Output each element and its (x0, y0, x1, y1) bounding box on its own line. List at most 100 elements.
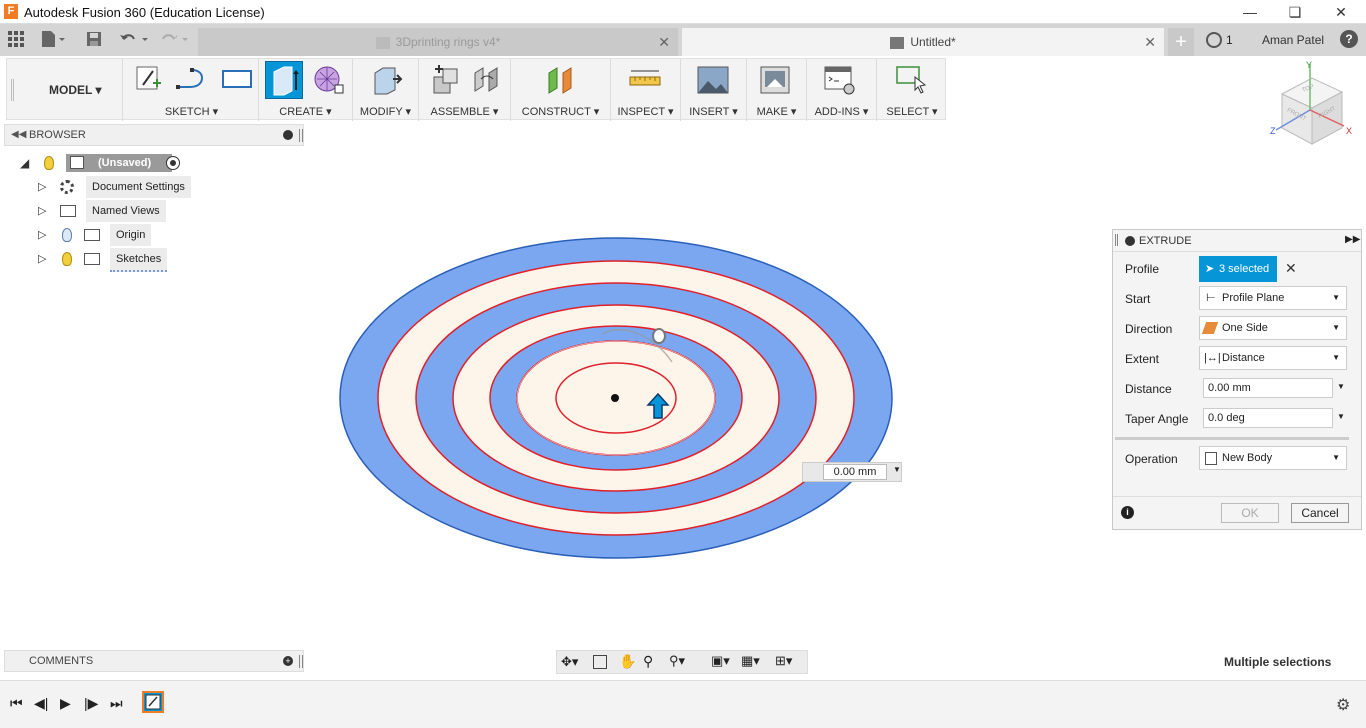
rotate-manipulator-icon[interactable] (652, 328, 666, 344)
info-icon[interactable]: i (1121, 506, 1134, 519)
measure-icon[interactable] (629, 65, 661, 93)
grip-icon[interactable] (1115, 234, 1118, 246)
select-group[interactable]: SELECT ▾ (877, 59, 947, 121)
line-icon[interactable] (175, 65, 204, 93)
extent-select[interactable]: |↔| Distance ▼ (1199, 346, 1347, 370)
grid-settings-icon[interactable]: ▦▾ (741, 653, 760, 669)
chevron-down-icon[interactable]: ▼ (1337, 382, 1345, 391)
comments-panel-header[interactable]: COMMENTS + (4, 650, 304, 672)
scripts-addins-icon[interactable] (823, 65, 857, 95)
insert-image-icon[interactable] (697, 65, 729, 94)
profile-selection-button[interactable]: ➤ 3 selected (1199, 256, 1277, 282)
expand-triangle-icon[interactable]: ▷ (38, 248, 46, 270)
insert-group[interactable]: INSERT ▾ (681, 59, 747, 121)
chevron-down-icon[interactable]: ▼ (893, 465, 901, 474)
browser-item-sketches[interactable]: ▷ Sketches (18, 248, 198, 272)
tab-3dprinting-rings[interactable]: 3Dprinting rings v4* ✕ (198, 28, 678, 56)
expand-triangle-icon[interactable]: ▷ (38, 176, 46, 198)
step-forward-icon[interactable]: |▶ (84, 695, 98, 712)
app-grid-icon[interactable] (8, 31, 24, 47)
taper-input[interactable]: 0.0 deg (1203, 408, 1333, 428)
make-group[interactable]: MAKE ▾ (747, 59, 807, 121)
extrude-arrow-manipulator-icon[interactable] (646, 392, 670, 420)
help-icon[interactable]: ? (1340, 30, 1358, 48)
user-name[interactable]: Aman Patel (1262, 33, 1324, 47)
chevron-down-icon[interactable]: ▼ (1337, 412, 1345, 421)
orbit-icon[interactable]: ✥▾ (561, 654, 578, 670)
construct-group[interactable]: CONSTRUCT ▾ (511, 59, 611, 121)
canvas-distance-input[interactable]: 0.00 mm (823, 464, 887, 480)
step-back-icon[interactable]: ◀| (34, 695, 48, 712)
display-settings-icon[interactable]: ▣▾ (711, 653, 730, 669)
expand-dialog-icon[interactable]: ▶▶ (1345, 234, 1360, 245)
sketch-group[interactable]: SKETCH ▾ (125, 59, 259, 121)
undo-icon[interactable] (118, 30, 152, 48)
add-ins-group[interactable]: ADD-INS ▾ (807, 59, 877, 121)
expand-triangle-icon[interactable]: ▷ (38, 224, 46, 246)
browser-minimize-icon[interactable] (283, 130, 293, 140)
close-tab-icon[interactable]: ✕ (658, 28, 670, 56)
create-group[interactable]: CREATE ▾ (259, 59, 353, 121)
inspect-group[interactable]: INSPECT ▾ (611, 59, 681, 121)
new-tab-button[interactable]: + (1168, 28, 1194, 56)
ok-button[interactable]: OK (1221, 503, 1279, 523)
pan-icon[interactable]: ✋ (619, 653, 636, 670)
browser-pin-icon[interactable] (299, 129, 303, 142)
timeline-settings-gear-icon[interactable]: ⚙ (1336, 695, 1350, 715)
visibility-bulb-icon[interactable] (62, 252, 72, 266)
add-comment-icon[interactable]: + (283, 656, 293, 666)
job-status-icon[interactable] (1206, 32, 1222, 48)
expand-triangle-icon[interactable]: ◢ (20, 152, 29, 174)
model-canvas[interactable] (330, 230, 900, 570)
browser-panel-header[interactable]: ◀◀ BROWSER (4, 124, 304, 146)
select-icon[interactable] (895, 65, 929, 94)
redo-icon[interactable] (158, 30, 192, 48)
distance-input[interactable]: 0.00 mm (1203, 378, 1333, 398)
close-tab-icon[interactable]: ✕ (1144, 28, 1156, 56)
tab-untitled[interactable]: Untitled* ✕ (682, 28, 1164, 56)
workspace-switcher[interactable]: MODEL ▾ (19, 59, 123, 121)
look-at-icon[interactable] (593, 655, 607, 669)
viewports-icon[interactable]: ⊞▾ (775, 653, 792, 669)
expand-triangle-icon[interactable]: ▷ (38, 200, 46, 222)
browser-item-document-settings[interactable]: ▷ Document Settings (18, 176, 198, 198)
collapse-browser-icon[interactable]: ◀◀ (11, 129, 26, 140)
visibility-bulb-icon[interactable] (44, 156, 54, 170)
comments-pin-icon[interactable] (299, 655, 303, 668)
press-pull-icon[interactable] (371, 65, 403, 95)
save-icon[interactable] (86, 31, 102, 47)
form-icon[interactable] (313, 65, 344, 94)
cancel-button[interactable]: Cancel (1291, 503, 1349, 523)
extrude-icon[interactable] (265, 61, 303, 99)
browser-root-row[interactable]: ◢ (Unsaved) (18, 152, 198, 174)
zoom-icon[interactable]: ⚲ (643, 653, 653, 670)
activate-radio-icon[interactable] (166, 156, 180, 170)
clear-selection-icon[interactable]: ✕ (1285, 260, 1297, 277)
go-to-start-icon[interactable]: ⏮ (10, 695, 23, 712)
zoom-window-icon[interactable]: ⚲▾ (669, 653, 685, 669)
browser-item-named-views[interactable]: ▷ Named Views (18, 200, 198, 222)
browser-item-origin[interactable]: ▷ Origin (18, 224, 198, 246)
visibility-bulb-icon[interactable] (62, 228, 72, 242)
modify-group[interactable]: MODIFY ▾ (353, 59, 419, 121)
operation-select[interactable]: New Body ▼ (1199, 446, 1347, 470)
restore-button[interactable]: ❏ (1285, 3, 1305, 21)
go-to-end-icon[interactable]: ⏭ (110, 695, 123, 712)
offset-plane-icon[interactable] (545, 65, 573, 94)
timeline-sketch-feature-icon[interactable] (142, 691, 164, 713)
create-sketch-icon[interactable] (135, 65, 163, 93)
minimize-button[interactable]: — (1240, 3, 1260, 21)
assemble-group[interactable]: ASSEMBLE ▾ (419, 59, 511, 121)
close-window-button[interactable]: ✕ (1331, 3, 1351, 21)
3d-print-icon[interactable] (759, 65, 791, 94)
direction-select[interactable]: One Side ▼ (1199, 316, 1347, 340)
new-component-icon[interactable] (431, 65, 459, 94)
extrude-header[interactable]: EXTRUDE ▶▶ (1113, 230, 1361, 252)
start-select[interactable]: ⊢ Profile Plane ▼ (1199, 286, 1347, 310)
file-menu-icon[interactable] (40, 30, 66, 48)
collapse-dialog-icon[interactable] (1125, 236, 1135, 246)
joint-icon[interactable] (471, 65, 499, 93)
play-icon[interactable]: ▶ (60, 695, 71, 712)
viewcube[interactable]: Y Z X TOP FRONT RIGHT (1262, 60, 1362, 154)
rectangle-icon[interactable] (221, 65, 252, 93)
